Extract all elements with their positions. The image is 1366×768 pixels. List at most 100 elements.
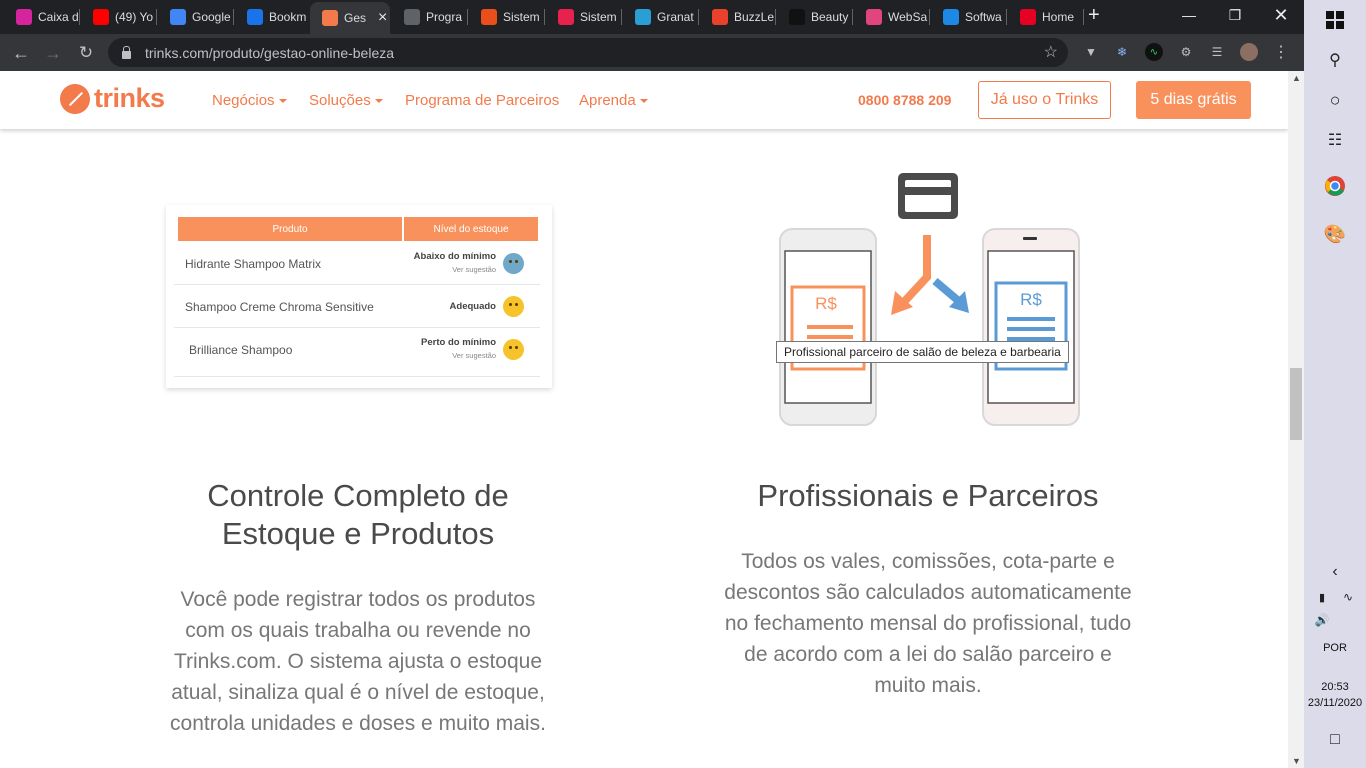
chrome-taskbar-icon[interactable] — [1323, 174, 1347, 198]
tab-label: Sistem — [580, 10, 617, 24]
browser-tab[interactable]: Google — [156, 5, 233, 29]
browser-tab[interactable]: WebSa — [852, 5, 929, 29]
forward-button[interactable]: → — [40, 40, 66, 66]
media-control-icon[interactable]: ☰ — [1208, 43, 1226, 61]
feature-title-estoque: Controle Completo de Estoque e Produtos — [207, 478, 509, 551]
browser-tab[interactable]: BuzzLe — [698, 5, 775, 29]
activity-extension-icon[interactable]: ∿ — [1145, 43, 1163, 61]
tab-label: Beauty — [811, 10, 849, 24]
minimize-button[interactable]: — — [1166, 0, 1212, 30]
clock-date[interactable]: 23/11/2020 — [1304, 697, 1366, 709]
tab-label: Progra — [426, 10, 463, 24]
chevron-down-icon — [639, 99, 648, 104]
lock-icon — [122, 45, 131, 59]
tab-label: Sistem — [503, 10, 540, 24]
browser-tab[interactable]: Home — [1006, 5, 1083, 29]
feature-title-profissionais: Profissionais e Parceiros — [757, 478, 1099, 513]
input-language[interactable]: POR — [1304, 642, 1366, 654]
tray-expand-chevron-icon[interactable]: ‹ — [1323, 560, 1347, 584]
browser-tab[interactable]: Caixa d — [2, 5, 79, 29]
task-view-icon[interactable]: ☷ — [1323, 128, 1347, 152]
right-currency-label: R$ — [1020, 290, 1042, 309]
new-tab-label: + — [1088, 3, 1100, 26]
back-button[interactable]: ← — [8, 40, 34, 66]
close-tab-icon[interactable]: × — [378, 9, 387, 27]
nav-solucoes[interactable]: Soluções — [309, 92, 383, 109]
instagram-icon — [16, 9, 32, 25]
credit-card-icon — [898, 173, 958, 219]
flag-icon — [481, 9, 497, 25]
product-name: Brilliance Shampoo — [189, 343, 293, 357]
tab-label: Bookm — [269, 10, 307, 24]
browser-tab[interactable]: Progra — [390, 5, 467, 29]
existing-user-button[interactable]: Já uso o Trinks — [978, 81, 1111, 119]
volume-icon[interactable]: 🔊 — [1310, 608, 1334, 632]
notifications-icon[interactable]: □ — [1323, 728, 1347, 752]
g-logo-icon — [635, 9, 651, 25]
tab-label: Ges — [344, 11, 367, 25]
payment-phones-illustration: R$ R$ — [779, 173, 1080, 426]
profile-avatar[interactable] — [1240, 43, 1258, 61]
snowflake-extension-icon[interactable]: ❄ — [1113, 43, 1131, 61]
browser-tab[interactable]: (49) Yo — [79, 5, 156, 29]
browser-tab[interactable]: Softwa — [929, 5, 1006, 29]
tab-label: Softwa — [965, 10, 1002, 24]
clock-time[interactable]: 20:53 — [1304, 681, 1366, 693]
browser-tab[interactable]: Sistem — [467, 5, 544, 29]
product-name: Hidrante Shampoo Matrix — [185, 257, 322, 271]
header-produto: Produto — [178, 217, 402, 241]
image-tooltip: Profissional parceiro de salão de beleza… — [776, 341, 1069, 363]
trinks-icon — [322, 10, 338, 26]
scrollbar-thumb[interactable] — [1290, 368, 1302, 440]
chrome-menu-icon[interactable]: ⋮ — [1272, 43, 1290, 61]
wifi-icon[interactable]: ∿ — [1336, 585, 1360, 609]
vivaldi-extension-icon[interactable]: ▼ — [1082, 43, 1100, 61]
browser-tab[interactable]: Granat — [621, 5, 698, 29]
cortana-icon[interactable]: ○ — [1323, 88, 1347, 112]
reload-button[interactable]: ↻ — [73, 40, 99, 66]
stock-table-illustration: Produto Nível do estoque Hidrante Shampo… — [166, 205, 552, 388]
stock-level: Abaixo do mínimo — [413, 251, 496, 262]
new-tab-button[interactable]: + — [1088, 3, 1100, 27]
nav-aprenda[interactable]: Aprenda — [579, 92, 648, 109]
page-content: trinks Negócios Soluções Programa de Par… — [0, 71, 1288, 768]
nav-programa-parceiros-label: Programa de Parceiros — [405, 92, 560, 109]
stock-level: Adequado — [449, 301, 496, 312]
page-scrollbar[interactable]: ▲ ▼ — [1288, 71, 1304, 768]
search-icon[interactable]: ⚲ — [1323, 48, 1347, 72]
extensions-puzzle-icon[interactable]: ⚙ — [1177, 43, 1195, 61]
stock-level: Perto do mínimo — [421, 337, 496, 348]
nav-programa-parceiros[interactable]: Programa de Parceiros — [405, 92, 559, 109]
smiling-face-icon — [503, 296, 524, 317]
scroll-down-arrow-icon[interactable]: ▼ — [1292, 756, 1301, 766]
free-trial-button[interactable]: 5 dias grátis — [1136, 81, 1251, 119]
logo-wordmark: trinks — [94, 83, 165, 113]
star-icon — [247, 9, 263, 25]
right-phone — [982, 228, 1080, 426]
tab-label: Google — [192, 10, 231, 24]
battery-icon[interactable]: ▮ — [1310, 585, 1334, 609]
split-arrows-icon — [891, 235, 969, 315]
scroll-up-arrow-icon[interactable]: ▲ — [1292, 73, 1301, 83]
stock-table-header: Produto Nível do estoque — [178, 217, 538, 241]
restore-button[interactable]: ❐ — [1212, 0, 1258, 30]
browser-tab-bar: Caixa d (49) Yo Google Bookm Ges × Progra Siste… — [0, 0, 1304, 34]
close-window-button[interactable]: ✕ — [1258, 0, 1304, 30]
address-bar[interactable]: trinks.com/produto/gestao-online-beleza … — [108, 38, 1068, 67]
browser-tab[interactable]: Bookm — [233, 5, 310, 29]
suggestion-link: Ver sugestão — [452, 351, 496, 360]
nav-negocios[interactable]: Negócios — [212, 92, 287, 109]
trinks-logo[interactable]: trinks — [60, 83, 165, 114]
browser-tab[interactable]: Beauty — [775, 5, 852, 29]
windows-start-icon[interactable] — [1323, 8, 1347, 32]
browser-tab[interactable]: Sistem — [544, 5, 621, 29]
phone-number-link[interactable]: 0800 8788 209 — [858, 92, 951, 108]
pinterest-icon — [1020, 9, 1036, 25]
paint-taskbar-icon[interactable]: 🎨 — [1323, 222, 1347, 246]
tab-label: (49) Yo — [115, 10, 154, 24]
buzz-icon — [712, 9, 728, 25]
left-currency-label: R$ — [815, 294, 837, 313]
browser-tab[interactable]: Ges × — [310, 2, 390, 34]
software-icon — [943, 9, 959, 25]
bookmark-star-icon[interactable]: ☆ — [1044, 42, 1058, 62]
